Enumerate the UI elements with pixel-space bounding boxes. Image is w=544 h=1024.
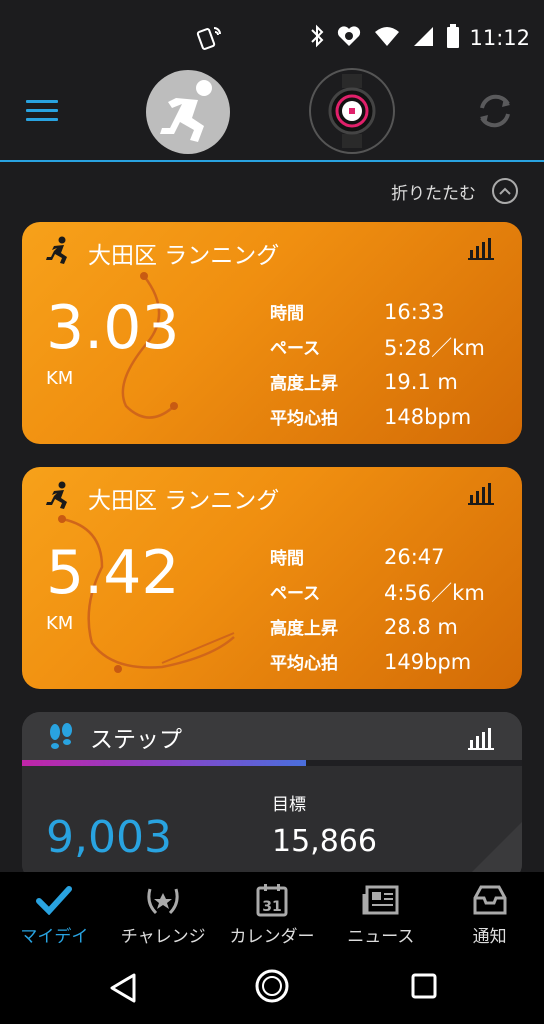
stat-label: 平均心拍: [270, 409, 338, 429]
bluetooth-icon: [310, 24, 324, 52]
menu-button[interactable]: [26, 100, 58, 124]
stat-value: 4:56／km: [384, 580, 485, 605]
run-stats: 時間 16:33 ペース 5:28／km 高度上昇 19.1 m 平均心拍 148bpm: [270, 294, 485, 434]
footsteps-icon: [46, 722, 76, 756]
running-icon: [44, 236, 72, 270]
device-watch[interactable]: [309, 68, 395, 154]
inbox-icon: [472, 882, 508, 918]
signal-icon: [412, 25, 434, 51]
stat-row: 高度上昇 19.1 m: [270, 364, 485, 399]
nav-label: カレンダー: [229, 927, 315, 947]
battery-icon: [446, 24, 460, 52]
stat-value: 149bpm: [384, 649, 472, 674]
stat-value: 5:28／km: [384, 335, 485, 360]
watch-icon: [328, 74, 376, 148]
collapse-label: 折りたたむ: [391, 183, 476, 204]
nav-my-day[interactable]: マイデイ: [0, 872, 109, 954]
stat-value: 28.8 m: [384, 614, 458, 639]
check-icon: [36, 882, 73, 918]
stat-row: 平均心拍 148bpm: [270, 399, 485, 434]
stat-label: ペース: [270, 584, 321, 604]
nav-calendar[interactable]: 31 カレンダー: [218, 872, 327, 954]
profile-avatar[interactable]: [146, 70, 230, 154]
nav-notifications[interactable]: 通知: [435, 872, 544, 954]
nav-label: マイデイ: [20, 927, 89, 947]
bottom-nav: マイデイ チャレンジ 31 カレンダー ニュース 通知: [0, 872, 544, 954]
run-card-2[interactable]: 大田区 ランニング 5.42 KM 時間 26:47 ペース 4:56／km 高度上…: [22, 467, 522, 689]
menu-icon-line: [26, 100, 58, 103]
status-icons: [310, 24, 460, 52]
stat-row: 高度上昇 28.8 m: [270, 609, 485, 644]
steps-value: 9,003: [46, 812, 172, 863]
nav-challenge[interactable]: チャレンジ: [109, 872, 218, 954]
collapse-toggle[interactable]: 折りたたむ: [391, 178, 518, 204]
card-title-row: 大田区 ランニング: [44, 236, 279, 270]
run-title: 大田区 ランニング: [88, 243, 280, 269]
goal-label: 目標: [272, 795, 306, 815]
stat-label: 平均心拍: [270, 654, 338, 674]
bar-chart-icon[interactable]: [468, 236, 494, 260]
run-card-1[interactable]: 大田区 ランニング 3.03 KM 時間 16:33 ペース 5:28／km 高度上…: [22, 222, 522, 444]
sync-button[interactable]: [472, 88, 518, 134]
stat-row: ペース 4:56／km: [270, 574, 485, 609]
recents-button[interactable]: [410, 972, 438, 1004]
stat-label: 高度上昇: [270, 619, 338, 639]
stat-value: 26:47: [384, 544, 445, 569]
bar-chart-icon[interactable]: [468, 481, 494, 505]
stat-value: 19.1 m: [384, 369, 458, 394]
status-time: 11:12: [469, 26, 530, 50]
steps-card[interactable]: ステップ 目標 9,003 15,866: [22, 712, 522, 882]
menu-icon-line: [26, 118, 58, 121]
nav-label: 通知: [472, 927, 507, 947]
back-button[interactable]: [108, 972, 138, 1008]
running-icon: [44, 481, 72, 515]
steps-body: 目標 9,003 15,866: [22, 766, 522, 882]
stat-row: ペース 5:28／km: [270, 329, 485, 364]
stat-value: 16:33: [384, 299, 445, 324]
card-title-row: 大田区 ランニング: [44, 481, 279, 515]
nav-label: チャレンジ: [120, 927, 206, 947]
calendar-day: 31: [262, 899, 281, 915]
stat-label: 高度上昇: [270, 374, 338, 394]
distance-unit: KM: [46, 613, 74, 634]
stat-label: ペース: [270, 339, 321, 359]
laurel-icon: [144, 882, 182, 918]
calendar-icon: 31: [255, 882, 289, 918]
distance-value: 3.03: [46, 293, 180, 363]
system-nav-bar: [0, 954, 544, 1024]
runner-avatar-icon: [160, 80, 212, 142]
bar-chart-icon[interactable]: [468, 726, 494, 750]
run-stats: 時間 26:47 ペース 4:56／km 高度上昇 28.8 m 平均心拍 149bpm: [270, 539, 485, 679]
run-title: 大田区 ランニング: [88, 488, 280, 514]
stat-value: 148bpm: [384, 404, 472, 429]
news-icon: [362, 882, 400, 918]
status-bar: 11:12: [0, 0, 544, 70]
stat-label: 時間: [270, 304, 304, 324]
chevron-up-icon: [492, 178, 518, 204]
heart-sync-icon: [336, 24, 362, 52]
stat-label: 時間: [270, 549, 304, 569]
sync-icon: [480, 94, 510, 128]
nav-label: ニュース: [347, 927, 415, 947]
menu-icon-line: [26, 109, 58, 112]
stat-row: 平均心拍 149bpm: [270, 644, 485, 679]
wifi-icon: [374, 25, 400, 51]
home-button[interactable]: [254, 968, 290, 1008]
steps-title: ステップ: [90, 727, 182, 753]
nav-news[interactable]: ニュース: [326, 872, 435, 954]
nfc-phone-icon: [196, 24, 226, 56]
goal-value: 15,866: [272, 824, 377, 859]
distance-unit: KM: [46, 368, 74, 389]
app-header: [0, 66, 544, 162]
distance-value: 5.42: [46, 538, 180, 608]
steps-header: ステップ: [22, 712, 522, 760]
stat-row: 時間 26:47: [270, 539, 485, 574]
stat-row: 時間 16:33: [270, 294, 485, 329]
